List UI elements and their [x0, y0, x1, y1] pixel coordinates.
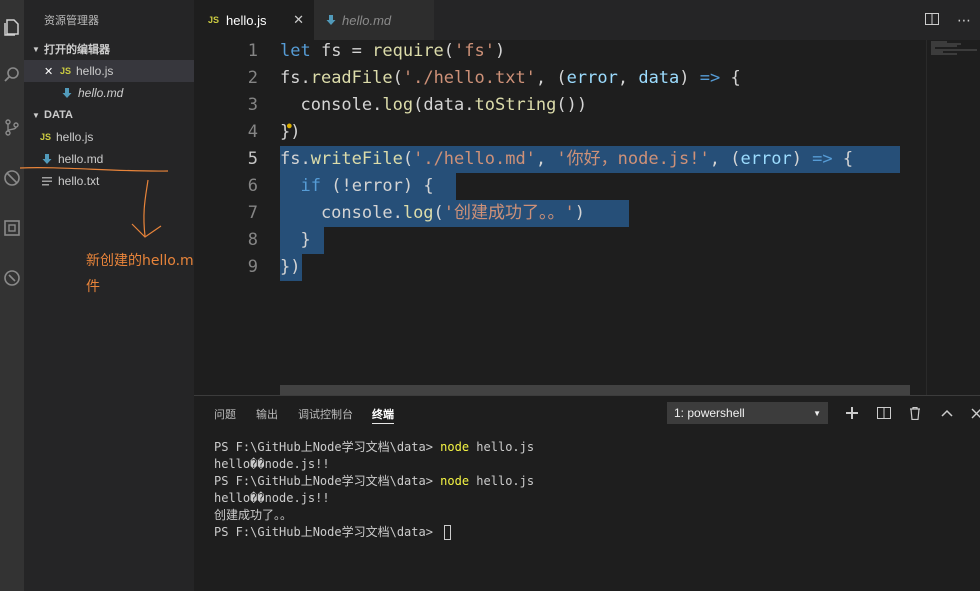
- editor-tabbar: JS hello.js ✕ hello.md ⋯: [194, 0, 980, 40]
- open-editors-header[interactable]: ▼ 打开的编辑器: [24, 38, 194, 60]
- markdown-file-icon: [326, 15, 342, 25]
- open-editor-label: hello.md: [78, 86, 124, 100]
- open-editors-label: 打开的编辑器: [44, 44, 110, 56]
- trash-icon[interactable]: [905, 403, 925, 423]
- code-line: fs.writeFile('./hello.md', '你好，node.js!'…: [280, 149, 854, 169]
- source-control-icon[interactable]: [0, 115, 24, 139]
- activity-bar: [0, 0, 24, 591]
- tab-debug-console[interactable]: 调试控制台: [298, 406, 353, 422]
- terminal-select-value: 1: powershell: [674, 406, 745, 420]
- line-number: 4: [247, 122, 258, 142]
- split-terminal-icon[interactable]: [874, 403, 894, 423]
- chevron-down-icon: ▼: [32, 110, 40, 120]
- editor-actions: ⋯: [916, 0, 980, 40]
- remote-icon[interactable]: [0, 266, 24, 290]
- js-file-icon: JS: [208, 15, 220, 25]
- split-editor-icon[interactable]: [916, 12, 948, 28]
- line-number: 5: [247, 149, 258, 169]
- bottom-panel: 问题 输出 调试控制台 终端 1: powershell ▼ PS F:\Git…: [194, 395, 980, 591]
- code-line: console.log(data.toString()): [280, 95, 588, 115]
- code-editor[interactable]: 1 2 3 4 5 6 7 8 9 let fs = require('fs')…: [194, 40, 980, 395]
- file-label: hello.js: [56, 130, 94, 144]
- code-line: fs.readFile('./hello.txt', (error, data)…: [280, 68, 741, 88]
- minimap[interactable]: [926, 40, 980, 395]
- folder-header[interactable]: ▼ DATA: [24, 104, 194, 126]
- line-number: 2: [247, 68, 258, 88]
- line-number: 9: [247, 257, 258, 277]
- line-number: 8: [247, 230, 258, 250]
- js-file-icon: JS: [60, 66, 72, 76]
- new-terminal-icon[interactable]: [842, 403, 862, 423]
- code-line: let fs = require('fs'): [280, 41, 506, 61]
- markdown-file-icon: [62, 88, 78, 98]
- js-file-icon: JS: [40, 132, 52, 142]
- code-line: if (!error) {: [300, 176, 434, 196]
- line-number: 6: [247, 176, 258, 196]
- terminal-cursor: [444, 525, 452, 540]
- open-editor-item-hello-md[interactable]: hello.md: [24, 82, 194, 104]
- line-number: 7: [247, 203, 258, 223]
- lightbulb-icon[interactable]: ●: [286, 120, 293, 132]
- terminal-line: 创建成功了。。: [214, 508, 293, 522]
- chevron-down-icon: ▼: [813, 408, 821, 418]
- search-icon[interactable]: [0, 62, 24, 86]
- open-editor-item-hello-js[interactable]: ✕ JS hello.js: [24, 60, 194, 82]
- terminal-select[interactable]: 1: powershell ▼: [667, 402, 828, 424]
- terminal-line: PS F:\GitHub上Node学习文档\data> node hello.j…: [214, 474, 535, 488]
- terminal-line: hello��node.js!!: [214, 457, 330, 471]
- line-number: 3: [247, 95, 258, 115]
- open-editor-label: hello.js: [76, 64, 114, 78]
- code-line: console.log('创建成功了。。'): [280, 203, 586, 223]
- tab-label: hello.js: [226, 12, 267, 28]
- annotation-arrow: [19, 166, 169, 238]
- close-icon[interactable]: [966, 403, 980, 423]
- tab-hello-js[interactable]: JS hello.js ✕: [194, 0, 314, 40]
- code-line: }): [280, 257, 301, 277]
- explorer-icon[interactable]: [0, 15, 24, 39]
- file-item-hello-js[interactable]: JS hello.js: [24, 126, 194, 148]
- sidebar-title: 资源管理器: [44, 15, 99, 27]
- more-actions-icon[interactable]: ⋯: [948, 12, 980, 29]
- close-icon[interactable]: ✕: [44, 65, 60, 78]
- terminal-line: PS F:\GitHub上Node学习文档\data>: [214, 524, 452, 541]
- folder-label: DATA: [44, 109, 73, 121]
- line-number: 1: [247, 41, 258, 61]
- tab-terminal[interactable]: 终端: [372, 406, 394, 424]
- chevron-up-icon[interactable]: [937, 403, 957, 423]
- chevron-down-icon: ▼: [32, 44, 40, 54]
- tab-label: hello.md: [342, 12, 392, 28]
- tab-hello-md[interactable]: hello.md: [314, 0, 434, 40]
- tab-output[interactable]: 输出: [256, 406, 278, 422]
- terminal-line: hello��node.js!!: [214, 491, 330, 505]
- horizontal-scrollbar[interactable]: [280, 385, 910, 395]
- tab-problems[interactable]: 问题: [214, 406, 236, 422]
- code-line: }: [280, 230, 311, 250]
- terminal-line: PS F:\GitHub上Node学习文档\data> node hello.j…: [214, 440, 535, 454]
- close-icon[interactable]: ✕: [293, 12, 304, 28]
